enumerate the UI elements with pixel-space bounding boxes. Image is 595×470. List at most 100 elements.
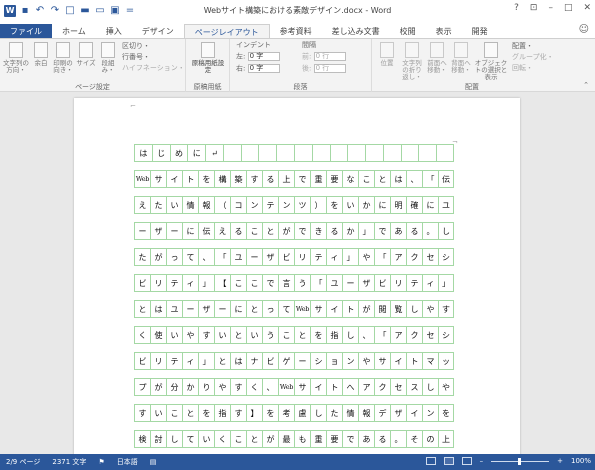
manuscript-cell[interactable]: ィ bbox=[182, 275, 198, 291]
position-button[interactable]: 位置 bbox=[376, 42, 398, 67]
manuscript-line[interactable]: たがって、「ユーザビリティ」や「アクセシ bbox=[134, 248, 454, 266]
manuscript-cell[interactable]: ー bbox=[182, 301, 198, 317]
manuscript-cell[interactable]: す bbox=[198, 327, 214, 343]
manuscript-cell[interactable]: へ bbox=[342, 379, 358, 395]
manuscript-cell[interactable]: ビ bbox=[134, 353, 150, 369]
manuscript-cell[interactable]: て bbox=[182, 249, 198, 265]
manuscript-cell[interactable]: ア bbox=[390, 327, 406, 343]
manuscript-cell[interactable]: ユ bbox=[438, 197, 454, 213]
manuscript-cell[interactable]: Web bbox=[294, 301, 310, 317]
manuscript-cell[interactable]: こ bbox=[358, 171, 374, 187]
manuscript-cell[interactable]: イ bbox=[310, 379, 326, 395]
indent-left-input[interactable]: 0 字 bbox=[247, 52, 280, 61]
selection-pane-button[interactable]: オブジェクトの選択と表示 bbox=[474, 42, 508, 81]
manuscript-cell[interactable]: を bbox=[262, 405, 278, 421]
manuscript-line[interactable]: 検討していくことが最も重要である。その上 bbox=[134, 430, 454, 448]
manuscript-cell[interactable]: イ bbox=[406, 405, 422, 421]
manuscript-cell[interactable]: ィ bbox=[422, 275, 438, 291]
manuscript-cell[interactable]: す bbox=[230, 379, 246, 395]
close-button[interactable]: ✕ bbox=[583, 3, 591, 13]
manuscript-cell[interactable]: し bbox=[438, 223, 454, 239]
manuscript-cell[interactable]: か bbox=[182, 379, 198, 395]
manuscript-cell[interactable]: に bbox=[230, 301, 246, 317]
manuscript-cell[interactable]: ィ bbox=[326, 249, 342, 265]
manuscript-cell[interactable]: ス bbox=[406, 379, 422, 395]
manuscript-cell[interactable]: サ bbox=[294, 379, 310, 395]
group-button[interactable]: グループ化・ bbox=[512, 53, 554, 62]
manuscript-cell[interactable]: に bbox=[187, 145, 205, 161]
manuscript-cell[interactable]: い bbox=[166, 327, 182, 343]
manuscript-cell[interactable]: を bbox=[438, 405, 454, 421]
manuscript-cell[interactable]: ア bbox=[358, 379, 374, 395]
manuscript-cell[interactable]: て bbox=[182, 431, 198, 447]
manuscript-cell[interactable]: で bbox=[342, 431, 358, 447]
manuscript-cell[interactable]: シ bbox=[438, 249, 454, 265]
manuscript-cell[interactable]: の bbox=[422, 431, 438, 447]
manuscript-cell[interactable]: イ bbox=[390, 353, 406, 369]
manuscript-cell[interactable]: で bbox=[294, 223, 310, 239]
manuscript-line[interactable]: Web サイトを構築する上で重要なことは、「伝 bbox=[134, 170, 454, 188]
manuscript-cell[interactable]: ザ bbox=[150, 223, 166, 239]
manuscript-cell[interactable]: ザ bbox=[198, 301, 214, 317]
manuscript-cell[interactable]: 「 bbox=[422, 171, 438, 187]
manuscript-cell[interactable]: テ bbox=[166, 275, 182, 291]
manuscript-line[interactable]: プが分かりやすく、 Web サイトへアクセスしや bbox=[134, 378, 454, 396]
tab-insert[interactable]: 挿入 bbox=[96, 24, 132, 39]
manuscript-cell[interactable]: る bbox=[262, 171, 278, 187]
manuscript-cell[interactable]: ー bbox=[166, 223, 182, 239]
manuscript-cell[interactable]: っ bbox=[262, 301, 278, 317]
manuscript-settings-button[interactable]: 原稿用紙設定 bbox=[190, 42, 226, 74]
manuscript-cell[interactable]: や bbox=[182, 327, 198, 343]
language-indicator[interactable]: 日本語 bbox=[111, 457, 144, 467]
manuscript-cell[interactable]: ゲ bbox=[278, 353, 294, 369]
manuscript-cell[interactable]: し bbox=[166, 431, 182, 447]
manuscript-cell[interactable]: ト bbox=[326, 379, 342, 395]
manuscript-cell[interactable]: ↵ bbox=[205, 145, 223, 161]
manuscript-line[interactable]: はじめに ↵ bbox=[134, 144, 454, 162]
manuscript-cell[interactable]: リ bbox=[150, 353, 166, 369]
web-layout-icon[interactable] bbox=[461, 457, 472, 465]
tab-mailings[interactable]: 差し込み文書 bbox=[322, 24, 390, 39]
manuscript-cell[interactable]: 重 bbox=[310, 171, 326, 187]
hyphenation-button[interactable]: ハイフネーション・ bbox=[122, 64, 185, 73]
minimize-button[interactable]: – bbox=[548, 3, 553, 13]
manuscript-cell[interactable]: が bbox=[278, 223, 294, 239]
manuscript-cell[interactable]: く bbox=[246, 379, 262, 395]
manuscript-cell[interactable]: る bbox=[230, 223, 246, 239]
manuscript-cell[interactable] bbox=[418, 145, 436, 161]
manuscript-cell[interactable]: い bbox=[166, 197, 182, 213]
manuscript-cell[interactable] bbox=[311, 145, 330, 161]
manuscript-cell[interactable]: 考 bbox=[278, 405, 294, 421]
manuscript-cell[interactable]: 検 bbox=[134, 431, 150, 447]
macro-icon[interactable]: ▤ bbox=[144, 458, 163, 466]
manuscript-cell[interactable]: シ bbox=[438, 327, 454, 343]
manuscript-cell[interactable]: 確 bbox=[406, 197, 422, 213]
manuscript-cell[interactable]: き bbox=[310, 223, 326, 239]
manuscript-cell[interactable]: し bbox=[422, 379, 438, 395]
manuscript-cell[interactable]: や bbox=[214, 379, 230, 395]
manuscript-cell[interactable]: ナ bbox=[246, 353, 262, 369]
manuscript-cell[interactable]: ユ bbox=[326, 275, 342, 291]
manuscript-cell[interactable]: し bbox=[342, 327, 358, 343]
zoom-in-button[interactable]: + bbox=[557, 457, 563, 465]
manuscript-line[interactable]: すいことを指す】を考慮した情報デザインを bbox=[134, 404, 454, 422]
manuscript-cell[interactable]: を bbox=[310, 327, 326, 343]
manuscript-cell[interactable]: 情 bbox=[342, 405, 358, 421]
manuscript-cell[interactable]: く bbox=[214, 431, 230, 447]
manuscript-cell[interactable]: 「 bbox=[374, 249, 390, 265]
save-icon[interactable]: ▪ bbox=[19, 5, 31, 17]
manuscript-cell[interactable]: が bbox=[150, 379, 166, 395]
manuscript-cell[interactable]: か bbox=[342, 223, 358, 239]
manuscript-cell[interactable]: ン bbox=[278, 197, 294, 213]
columns-button[interactable]: 段組み・ bbox=[97, 42, 119, 74]
margins-button[interactable]: 余白 bbox=[31, 42, 51, 67]
manuscript-cell[interactable]: 指 bbox=[326, 327, 342, 343]
manuscript-cell[interactable]: ビ bbox=[278, 249, 294, 265]
manuscript-cell[interactable]: が bbox=[262, 431, 278, 447]
customize-qat-icon[interactable]: = bbox=[124, 5, 136, 17]
manuscript-cell[interactable]: セ bbox=[390, 379, 406, 395]
manuscript-cell[interactable]: と bbox=[182, 405, 198, 421]
manuscript-cell[interactable]: ー bbox=[246, 249, 262, 265]
align-button[interactable]: 配置・ bbox=[512, 42, 533, 51]
manuscript-cell[interactable]: ィ bbox=[182, 353, 198, 369]
